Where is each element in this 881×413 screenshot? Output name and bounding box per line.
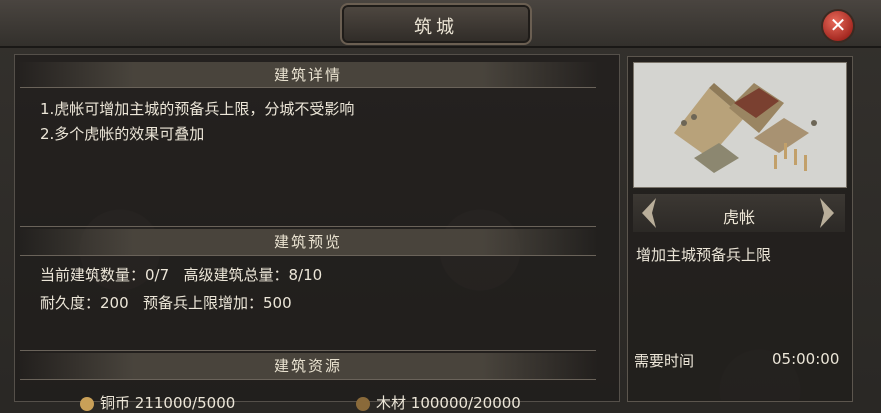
reserve-value: 500 bbox=[262, 294, 292, 312]
time-value: 05:00:00 bbox=[772, 350, 840, 368]
resources-header: 建筑资源 bbox=[18, 353, 598, 379]
divider bbox=[20, 379, 596, 380]
preview-header: 建筑预览 bbox=[18, 229, 598, 255]
resource-label: 木材 bbox=[376, 394, 407, 412]
senior-total-value: 8/10 bbox=[288, 266, 323, 284]
wood-icon bbox=[356, 396, 370, 411]
reserve-label: 预备兵上限增加： bbox=[142, 294, 263, 312]
current-count-value: 0/7 bbox=[145, 266, 170, 284]
preview-row-2: 耐久度：200 预备兵上限增加：500 bbox=[40, 292, 292, 313]
preview-row-1: 当前建筑数量：0/7 高级建筑总量：8/10 bbox=[40, 264, 322, 285]
resource-wood: 木材 100000/20000 bbox=[356, 392, 521, 413]
detail-line-1: 1.虎帐可增加主城的预备兵上限，分城不受影响 bbox=[40, 100, 355, 118]
close-button[interactable]: ✕ bbox=[821, 9, 855, 43]
divider bbox=[20, 226, 596, 227]
building-name: 虎帐 bbox=[722, 208, 755, 227]
army-camp-icon bbox=[633, 62, 847, 188]
current-count-label: 当前建筑数量： bbox=[40, 266, 146, 284]
senior-total-label: 高级建筑总量： bbox=[183, 266, 289, 284]
time-label: 需要时间 bbox=[634, 352, 695, 370]
divider bbox=[20, 255, 596, 256]
divider bbox=[20, 87, 596, 88]
details-header: 建筑详情 bbox=[18, 62, 598, 88]
title-plate: 筑城 bbox=[340, 3, 532, 45]
durability-value: 200 bbox=[100, 294, 129, 312]
durability-label: 耐久度： bbox=[40, 294, 101, 312]
close-icon: ✕ bbox=[829, 13, 847, 37]
resource-value: 100000/20000 bbox=[410, 394, 521, 412]
resource-label: 铜币 bbox=[100, 394, 131, 412]
resource-copper: 铜币 211000/5000 bbox=[80, 392, 235, 413]
divider bbox=[20, 350, 596, 351]
window-title: 筑城 bbox=[414, 17, 458, 38]
detail-line-2: 2.多个虎帐的效果可叠加 bbox=[40, 125, 205, 143]
building-description: 增加主城预备兵上限 bbox=[636, 246, 772, 264]
coin-icon bbox=[80, 396, 94, 411]
resource-value: 211000/5000 bbox=[134, 394, 236, 412]
